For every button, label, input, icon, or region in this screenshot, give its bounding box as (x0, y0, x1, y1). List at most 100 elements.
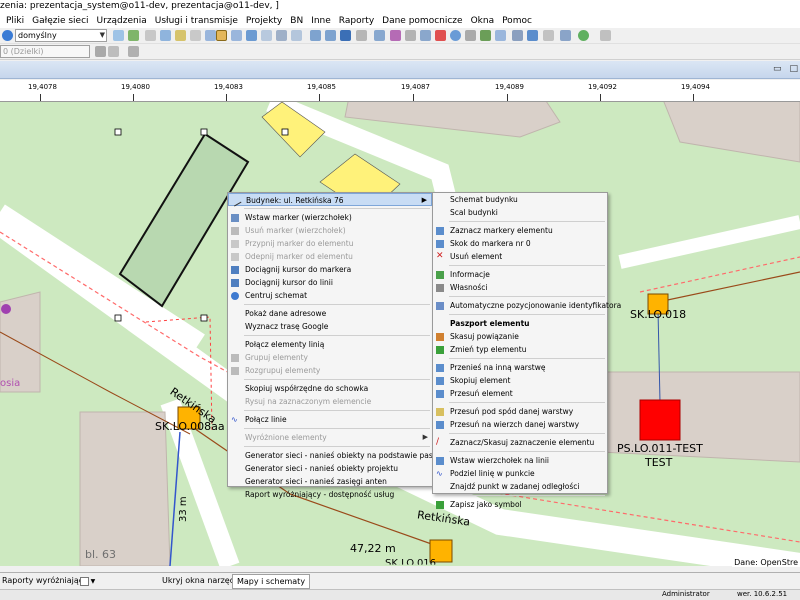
submenu-split-line[interactable]: ∿ Podziel linię w punkcie (433, 467, 607, 480)
submenu-jump-marker[interactable]: Skok do markera nr 0 (433, 237, 607, 250)
selection-handle[interactable] (200, 314, 208, 322)
menu-show-address[interactable]: Pokaż dane adresowe (228, 307, 432, 320)
selection-handle[interactable] (281, 128, 289, 136)
menu-pin-marker[interactable]: Przypnij marker do elementu (228, 237, 432, 250)
menu-inne[interactable]: Inne (311, 16, 331, 26)
submenu-send-back[interactable]: Przesuń pod spód danej warstwy (433, 405, 607, 418)
menu-join-lines[interactable]: ∿ Połącz linie (228, 413, 432, 426)
menu-unpin-marker[interactable]: Odepnij marker od elementu (228, 250, 432, 263)
properties-icon[interactable] (465, 30, 476, 41)
zoom-in-icon[interactable] (205, 30, 216, 41)
submenu-delete-element[interactable]: ✕ Usuń element (433, 250, 607, 263)
pan-icon[interactable] (246, 30, 257, 41)
menu-generator-passports[interactable]: Generator sieci - nanieś obiekty na pods… (228, 449, 463, 462)
menu-snap-line[interactable]: Dociągnij kursor do linii (228, 276, 432, 289)
menu-snap-marker[interactable]: Dociągnij kursor do markera (228, 263, 432, 276)
menu-urzadzenia[interactable]: Urządzenia (97, 16, 147, 26)
submenu-merge-buildings[interactable]: Scal budynki (433, 206, 607, 219)
menu-dane-pomocnicze[interactable]: Dane pomocnicze (382, 16, 462, 26)
delete-icon[interactable] (435, 30, 446, 41)
snap-icon[interactable] (128, 46, 139, 57)
edit-icon[interactable] (405, 30, 416, 41)
zoom-extent-icon[interactable] (261, 30, 272, 41)
submenu-move-element[interactable]: Przesuń element (433, 387, 607, 400)
submenu-delete-relation[interactable]: Skasuj powiązanie (433, 330, 607, 343)
menu-google-route[interactable]: Wyznacz trasę Google (228, 320, 432, 333)
menu-ungroup[interactable]: Rozgrupuj elementy (228, 364, 432, 377)
line-icon[interactable] (310, 30, 321, 41)
submenu-insert-vertex[interactable]: Wstaw wierzchołek na linii (433, 454, 607, 467)
submenu-building-schema[interactable]: Schemat budynku (433, 193, 607, 206)
node-icon[interactable] (374, 30, 385, 41)
map-icon[interactable] (128, 30, 139, 41)
polyline-icon[interactable] (325, 30, 336, 41)
pointer-icon[interactable] (216, 30, 227, 41)
folder-icon[interactable] (175, 30, 186, 41)
submenu-bring-front[interactable]: Przesuń na wierzch danej warstwy (433, 418, 607, 431)
active-tool-icon[interactable] (340, 30, 351, 41)
menu-generator-antennas[interactable]: Generator sieci - nanieś zasięgi anten (228, 475, 432, 488)
selection-handle[interactable] (114, 314, 122, 322)
measure-icon[interactable] (356, 30, 367, 41)
menu-generator-project[interactable]: Generator sieci - nanieś obiekty projekt… (228, 462, 432, 475)
menu-remove-marker[interactable]: Usuń marker (wierzchołek) (228, 224, 432, 237)
selection-handle[interactable] (200, 128, 208, 136)
menu-center-schema[interactable]: Centruj schemat (228, 289, 432, 302)
context-header-building[interactable]: Budynek: ul. Retkińska 76 ▶ (228, 193, 432, 207)
arrow-icon[interactable] (527, 30, 538, 41)
menu-pliki[interactable]: Pliki (6, 16, 24, 26)
node-ps-lo-011[interactable] (639, 399, 681, 441)
submenu-move-layer[interactable]: Przenieś na inną warstwę (433, 361, 607, 374)
menu-bn[interactable]: BN (290, 16, 303, 26)
menu-report-availability[interactable]: Raport wyróżniający - dostępność usług (228, 488, 432, 501)
menu-insert-marker[interactable]: Wstaw marker (wierzchołek) (228, 211, 432, 224)
style-combo[interactable]: domyślny ▼ (15, 29, 107, 42)
submenu-auto-position[interactable]: Automatyczne pozycjonowanie identyfikato… (433, 299, 621, 312)
export-icon[interactable] (480, 30, 491, 41)
draw-line-icon[interactable] (95, 46, 106, 57)
menu-pomoc[interactable]: Pomoc (502, 16, 532, 26)
selection-handle[interactable] (114, 128, 122, 136)
menu-connect-elements[interactable]: Połącz elementy linią (228, 338, 432, 351)
menu-raporty[interactable]: Raporty (339, 16, 374, 26)
grid-icon[interactable] (276, 30, 287, 41)
menu-draw-on-element[interactable]: Rysuj na zaznaczonym elemencie (228, 395, 432, 408)
draw-polyline-icon[interactable] (108, 46, 119, 57)
submenu-information[interactable]: Informacje (433, 268, 607, 281)
submenu-passport[interactable]: Paszport elementu (433, 317, 607, 330)
submenu-find-point[interactable]: Znajdź punkt w zadanej odległości (433, 480, 607, 493)
settings-icon[interactable] (600, 30, 611, 41)
tab-maps-schemas[interactable]: Mapy i schematy (232, 574, 311, 589)
link-icon[interactable] (390, 30, 401, 41)
move-icon[interactable] (420, 30, 431, 41)
copy-icon[interactable] (145, 30, 156, 41)
menu-okna[interactable]: Okna (471, 16, 495, 26)
info-icon[interactable] (450, 30, 461, 41)
menu-galezie-sieci[interactable]: Gałęzie sieci (32, 16, 88, 26)
hide-tools-button[interactable]: Ukryj okna narzędzi (162, 576, 241, 585)
layer-combo[interactable]: 0 (Dzielki) (0, 45, 90, 58)
submenu-copy-element[interactable]: Skopiuj element (433, 374, 607, 387)
import-icon[interactable] (495, 30, 506, 41)
print-icon[interactable] (190, 30, 201, 41)
menu-uslugi[interactable]: Usługi i transmisje (155, 16, 238, 26)
zoom-out-icon[interactable] (231, 30, 242, 41)
submenu-toggle-selection[interactable]: / Zaznacz/Skasuj zaznaczenie elementu (433, 436, 607, 449)
shape-icon[interactable] (560, 30, 571, 41)
select-icon[interactable] (160, 30, 171, 41)
ruler-icon[interactable] (291, 30, 302, 41)
maximize-icon[interactable]: □ (789, 64, 798, 74)
text-icon[interactable] (543, 30, 554, 41)
submenu-save-symbol[interactable]: Zapisz jako symbol (433, 498, 607, 511)
search-icon[interactable] (2, 30, 13, 41)
menu-group[interactable]: Grupuj elementy (228, 351, 432, 364)
menu-projekty[interactable]: Projekty (246, 16, 282, 26)
globe-icon[interactable] (578, 30, 589, 41)
restore-icon[interactable]: ▭ (773, 64, 782, 74)
submenu-select-markers[interactable]: Zaznacz markery elementu (433, 224, 607, 237)
submenu-change-type[interactable]: Zmień typ elementu (433, 343, 607, 356)
menu-copy-coords[interactable]: Skopiuj współrzędne do schowka (228, 382, 432, 395)
layers-icon[interactable] (113, 30, 124, 41)
reports-checkbox[interactable] (80, 577, 89, 586)
submenu-properties[interactable]: Własności (433, 281, 607, 294)
